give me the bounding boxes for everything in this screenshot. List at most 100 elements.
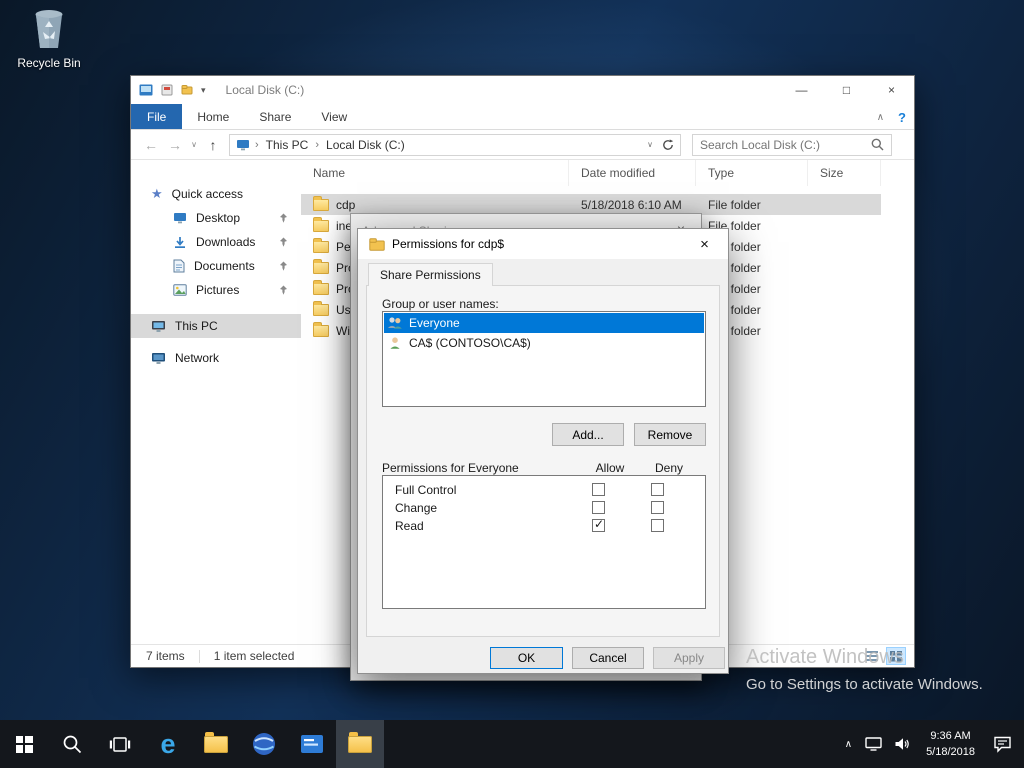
- change-allow-checkbox[interactable]: [592, 501, 605, 514]
- tab-file[interactable]: File: [131, 104, 183, 129]
- hidden-icons-chevron[interactable]: ∧: [838, 739, 859, 750]
- sidebar-item-network[interactable]: Network: [131, 346, 301, 370]
- edge-icon: e: [160, 728, 176, 759]
- recycle-bin[interactable]: Recycle Bin: [10, 8, 88, 70]
- permission-row-read: Read: [383, 517, 705, 535]
- this-pc-icon: [152, 320, 165, 332]
- sidebar-item-label: Desktop: [196, 211, 241, 225]
- sidebar-item-label: Downloads: [196, 235, 256, 249]
- network-icon: [152, 352, 165, 364]
- taskbar-search-button[interactable]: [48, 720, 96, 768]
- breadcrumb-this-pc[interactable]: This PC: [264, 138, 311, 152]
- column-header-type[interactable]: Type: [696, 160, 808, 186]
- ribbon-tabs: File Home Share View ∧ ?: [131, 104, 914, 130]
- start-button[interactable]: [0, 720, 48, 768]
- browser-button[interactable]: [240, 720, 288, 768]
- network-tray-icon[interactable]: [859, 737, 888, 751]
- up-button[interactable]: ↑: [201, 137, 225, 153]
- recycle-bin-label: Recycle Bin: [17, 56, 81, 70]
- ribbon-collapse-chevron[interactable]: ∧: [877, 112, 884, 123]
- apply-button[interactable]: Apply: [653, 647, 725, 669]
- volume-icon[interactable]: [888, 737, 916, 751]
- file-explorer-button[interactable]: [192, 720, 240, 768]
- forward-button[interactable]: →: [163, 137, 187, 153]
- qat-new-folder-icon[interactable]: [181, 84, 193, 96]
- full-control-allow-checkbox[interactable]: [592, 483, 605, 496]
- breadcrumb-local-disk[interactable]: Local Disk (C:): [324, 138, 407, 152]
- column-header-name[interactable]: Name: [301, 160, 569, 186]
- cancel-button[interactable]: Cancel: [572, 647, 644, 669]
- refresh-button[interactable]: [662, 138, 674, 151]
- dialog-title-bar: Permissions for cdp$: [358, 229, 728, 259]
- group-item-everyone[interactable]: Everyone: [384, 313, 704, 333]
- search-icon[interactable]: [871, 138, 884, 151]
- change-deny-checkbox[interactable]: [651, 501, 664, 514]
- read-allow-checkbox[interactable]: [592, 517, 605, 532]
- full-control-deny-checkbox[interactable]: [651, 483, 664, 496]
- documents-icon: [173, 259, 185, 273]
- sidebar-item-quick-access[interactable]: ★ Quick access: [131, 182, 301, 206]
- navigation-bar: ← → ∨ ↑ › This PC › Local Disk (C:) ∨: [131, 130, 914, 160]
- close-button[interactable]: ×: [682, 230, 727, 259]
- group-item-cas[interactable]: CA$ (CONTOSO\CA$): [384, 333, 704, 353]
- user-icon: [390, 337, 400, 349]
- help-icon[interactable]: ?: [898, 110, 906, 125]
- action-center-button[interactable]: [985, 735, 1024, 753]
- sidebar-item-desktop[interactable]: Desktop: [131, 206, 301, 230]
- add-button[interactable]: Add...: [552, 423, 624, 446]
- file-explorer-icon: [204, 731, 228, 753]
- tab-share-permissions[interactable]: Share Permissions: [368, 263, 493, 286]
- qat-customize-chevron[interactable]: ▾: [201, 85, 206, 96]
- explorer-logo-icon: [139, 84, 153, 96]
- app-icon: [301, 735, 323, 753]
- file-row[interactable]: cdp 5/18/2018 6:10 AM File folder: [301, 194, 881, 215]
- task-view-button[interactable]: [96, 720, 144, 768]
- read-deny-checkbox[interactable]: [651, 519, 664, 532]
- browser-icon: [253, 733, 275, 755]
- system-tray: ∧ 9:36 AM 5/18/2018: [838, 720, 1024, 768]
- address-bar[interactable]: › This PC › Local Disk (C:) ∨: [229, 133, 681, 156]
- sidebar-item-documents[interactable]: Documents: [131, 254, 301, 278]
- qat-properties-icon[interactable]: [161, 84, 173, 96]
- taskbar-clock[interactable]: 9:36 AM 5/18/2018: [916, 728, 985, 761]
- sidebar-item-this-pc[interactable]: This PC: [131, 314, 301, 338]
- column-header-date-modified[interactable]: Date modified: [569, 160, 696, 186]
- folder-icon: [313, 195, 329, 211]
- address-dropdown-chevron[interactable]: ∨: [647, 140, 653, 149]
- app-button[interactable]: [288, 720, 336, 768]
- remove-button[interactable]: Remove: [634, 423, 706, 446]
- pin-icon: [280, 213, 287, 223]
- title-bar: ▾ Local Disk (C:) — □ ×: [131, 76, 914, 104]
- maximize-button[interactable]: □: [824, 76, 869, 104]
- close-button[interactable]: ×: [869, 76, 914, 104]
- tab-share[interactable]: Share: [244, 104, 306, 129]
- back-button[interactable]: ←: [139, 137, 163, 153]
- pin-icon: [280, 237, 287, 247]
- open-folder-window-button[interactable]: [336, 720, 384, 768]
- tab-view[interactable]: View: [306, 104, 362, 129]
- sidebar-item-pictures[interactable]: Pictures: [131, 278, 301, 302]
- tab-home[interactable]: Home: [182, 104, 244, 129]
- permission-row-full-control: Full Control: [383, 481, 705, 499]
- column-header-size[interactable]: Size: [808, 160, 881, 186]
- pin-icon: [280, 261, 287, 271]
- file-date: 5/18/2018 6:10 AM: [581, 197, 682, 212]
- allow-header: Allow: [595, 461, 625, 475]
- permission-name: Change: [395, 501, 438, 515]
- search-input[interactable]: [700, 137, 871, 152]
- folder-icon: [313, 237, 329, 253]
- history-chevron[interactable]: ∨: [187, 140, 201, 149]
- group-list: Everyone CA$ (CONTOSO\CA$): [382, 311, 706, 407]
- group-names-label: Group or user names:: [382, 297, 499, 311]
- items-count: 7 items: [146, 649, 185, 663]
- ok-button[interactable]: OK: [490, 647, 563, 669]
- sidebar-item-downloads[interactable]: Downloads: [131, 230, 301, 254]
- pin-icon: [280, 285, 287, 295]
- window-title: Local Disk (C:): [225, 83, 305, 97]
- search-icon: [63, 735, 82, 754]
- minimize-button[interactable]: —: [779, 76, 824, 104]
- taskbar: e ∧ 9:36 AM 5/18/2018: [0, 720, 1024, 768]
- edge-browser-button[interactable]: e: [144, 720, 192, 768]
- deny-header: Deny: [654, 461, 683, 475]
- search-box: [692, 133, 892, 156]
